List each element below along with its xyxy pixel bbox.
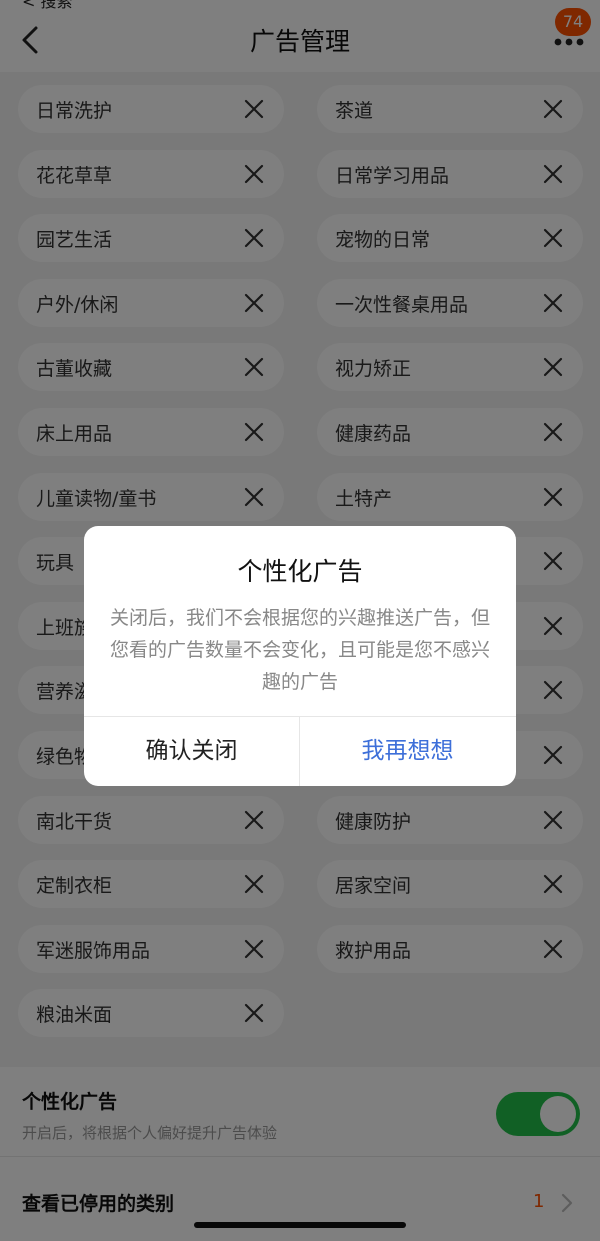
confirm-close-button[interactable]: 确认关闭 [84,717,299,786]
reconsider-button[interactable]: 我再想想 [300,717,515,786]
dialog-message: 关闭后，我们不会根据您的兴趣推送广告，但您看的广告数量不会变化，且可能是您不感兴… [109,607,490,693]
personalized-ads-dialog: 个性化广告 关闭后，我们不会根据您的兴趣推送广告，但您看的广告数量不会变化，且可… [84,526,516,786]
dialog-title: 个性化广告 [237,557,363,586]
